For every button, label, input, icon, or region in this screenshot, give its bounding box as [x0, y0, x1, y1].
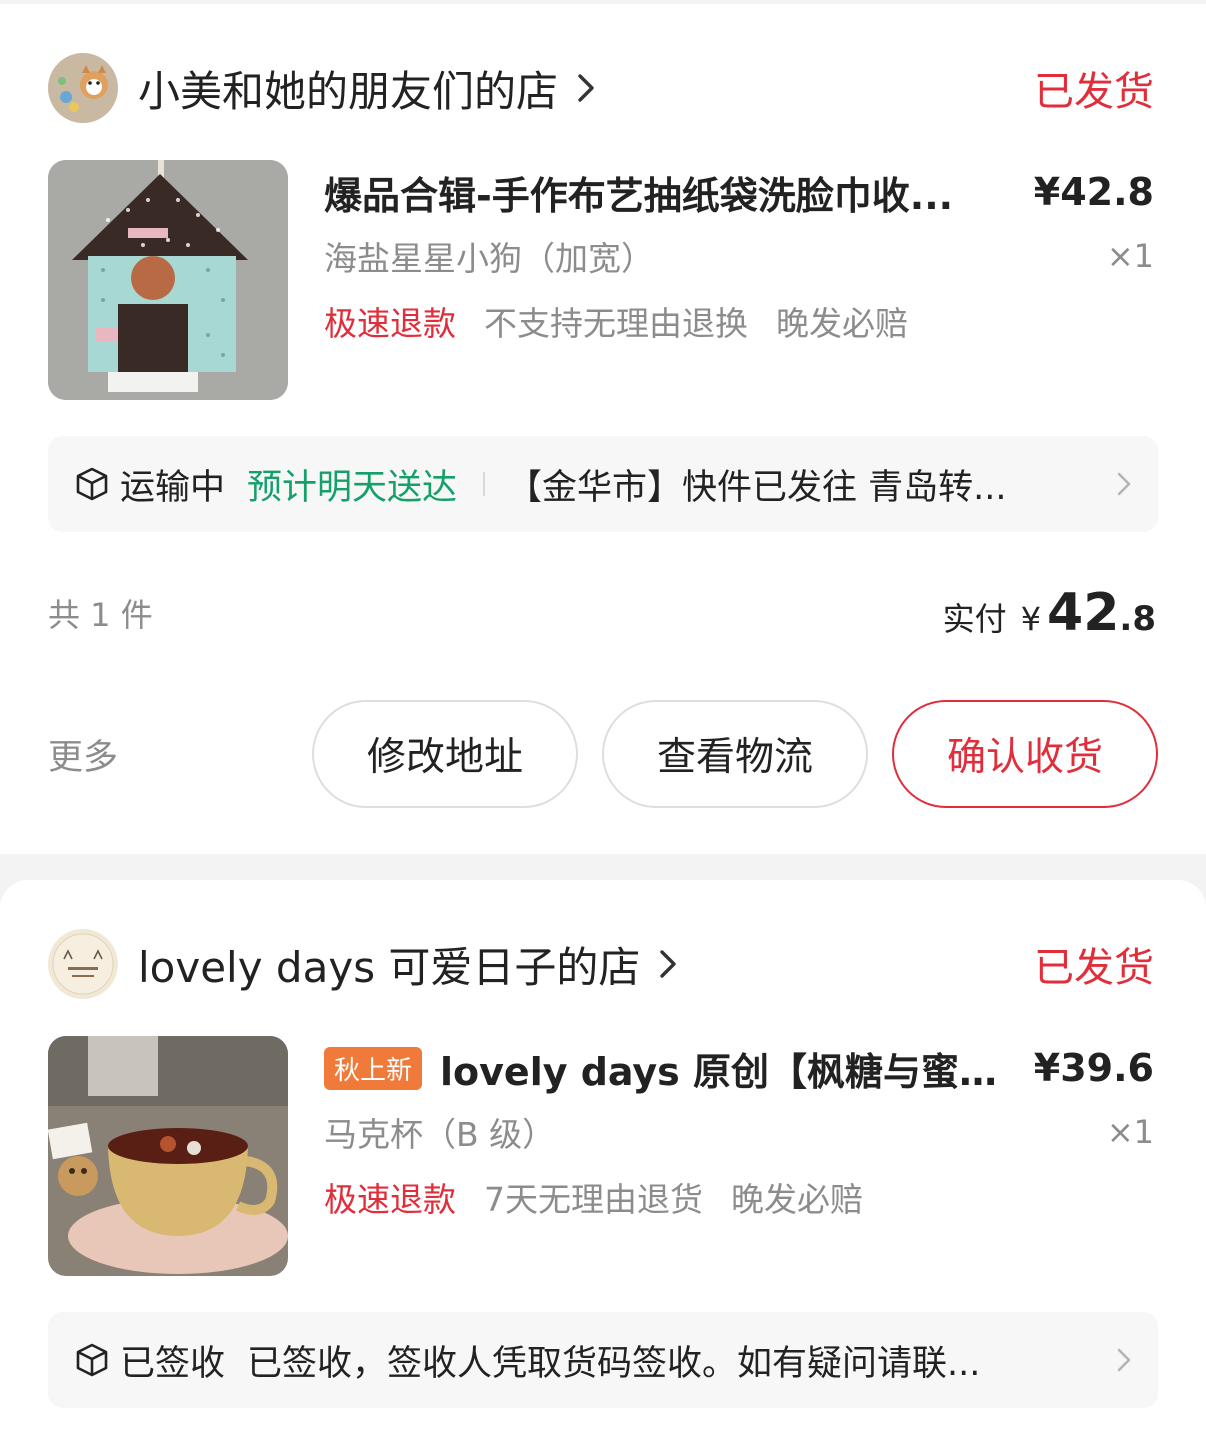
logistics-state: 已签收 — [120, 1343, 226, 1384]
shop-name[interactable]: 小美和她的朋友们的店 — [138, 58, 558, 119]
product-spec: 海盐星星小狗（加宽） — [324, 239, 654, 278]
order-card: lovely days 可爱日子的店 已发货 秋上新 lovely days 原… — [0, 880, 1206, 1446]
product-quantity: ×1 — [1106, 237, 1154, 275]
paid-currency: ¥ — [1020, 600, 1042, 638]
paid-label: 实付 — [942, 600, 1007, 638]
shop-header[interactable]: 小美和她的朋友们的店 已发货 — [48, 52, 1154, 124]
order-status: 已发货 — [1034, 69, 1154, 115]
service-tag-return-policy: 7天无理由退货 — [484, 1180, 703, 1219]
logistics-bar[interactable]: 运输中 预计明天送达 【金华市】快件已发往 青岛转... — [48, 436, 1158, 532]
product-price: ¥42.8 — [1033, 170, 1154, 214]
service-tag-late-compensation: 晚发必赔 — [731, 1180, 863, 1219]
order-summary: 共 1 件 实付 ¥ 42 .8 — [48, 578, 1156, 648]
paid-integer: 42 — [1047, 583, 1120, 643]
paid-decimal: .8 — [1119, 599, 1156, 639]
package-icon — [74, 1342, 110, 1378]
logistics-state: 运输中 — [120, 467, 226, 508]
item-count: 共 1 件 — [48, 596, 153, 634]
confirm-receipt-button[interactable]: 确认收货 — [892, 700, 1158, 808]
shop-avatar[interactable] — [48, 53, 118, 123]
shop-name[interactable]: lovely days 可爱日子的店 — [138, 934, 640, 995]
chevron-right-icon[interactable] — [1114, 1343, 1134, 1377]
product-item[interactable]: 秋上新 lovely days 原创【枫糖与蜜】... ¥39.6 马克杯（B … — [48, 1036, 1154, 1276]
view-logistics-button[interactable]: 查看物流 — [602, 700, 868, 808]
package-icon — [74, 466, 110, 502]
service-tag-fast-refund: 极速退款 — [324, 304, 456, 343]
shop-avatar[interactable] — [48, 929, 118, 999]
order-status: 已发货 — [1034, 945, 1154, 991]
paid-amount: 实付 ¥ 42 .8 — [943, 583, 1156, 643]
shop-header[interactable]: lovely days 可爱日子的店 已发货 — [48, 928, 1154, 1000]
product-title[interactable]: lovely days 原创【枫糖与蜜】... — [440, 1041, 1010, 1096]
more-button[interactable]: 更多 — [48, 729, 118, 780]
divider — [483, 472, 486, 496]
product-item[interactable]: 爆品合辑-手作布艺抽纸袋洗脸巾收... ¥42.8 海盐星星小狗（加宽） ×1 … — [48, 160, 1154, 400]
product-image[interactable] — [48, 160, 288, 400]
product-price: ¥39.6 — [1033, 1046, 1154, 1090]
chevron-right-icon[interactable] — [654, 944, 682, 984]
chevron-right-icon[interactable] — [572, 68, 600, 108]
new-season-tag: 秋上新 — [324, 1046, 423, 1090]
logistics-latest-update: 已签收，签收人凭取货码签收。如有疑问请联... — [247, 1343, 981, 1384]
product-title[interactable]: 爆品合辑-手作布艺抽纸袋洗脸巾收... — [324, 165, 1010, 220]
service-tag-return-policy: 不支持无理由退换 — [484, 304, 748, 343]
service-tag-fast-refund: 极速退款 — [324, 1180, 456, 1219]
product-quantity: ×1 — [1106, 1113, 1154, 1151]
logistics-latest-update: 【金华市】快件已发往 青岛转... — [507, 467, 1007, 508]
product-image[interactable] — [48, 1036, 288, 1276]
logistics-eta: 预计明天送达 — [247, 467, 458, 508]
order-card: 小美和她的朋友们的店 已发货 爆品合辑-手作布艺抽纸袋洗脸巾收... ¥42.8… — [0, 4, 1206, 854]
modify-address-button[interactable]: 修改地址 — [312, 700, 578, 808]
logistics-bar[interactable]: 已签收 已签收，签收人凭取货码签收。如有疑问请联... — [48, 1312, 1158, 1408]
service-tag-late-compensation: 晚发必赔 — [776, 304, 908, 343]
order-actions: 更多 修改地址 查看物流 确认收货 — [48, 700, 1158, 808]
chevron-right-icon[interactable] — [1114, 467, 1134, 501]
product-spec: 马克杯（B 级） — [324, 1115, 556, 1154]
